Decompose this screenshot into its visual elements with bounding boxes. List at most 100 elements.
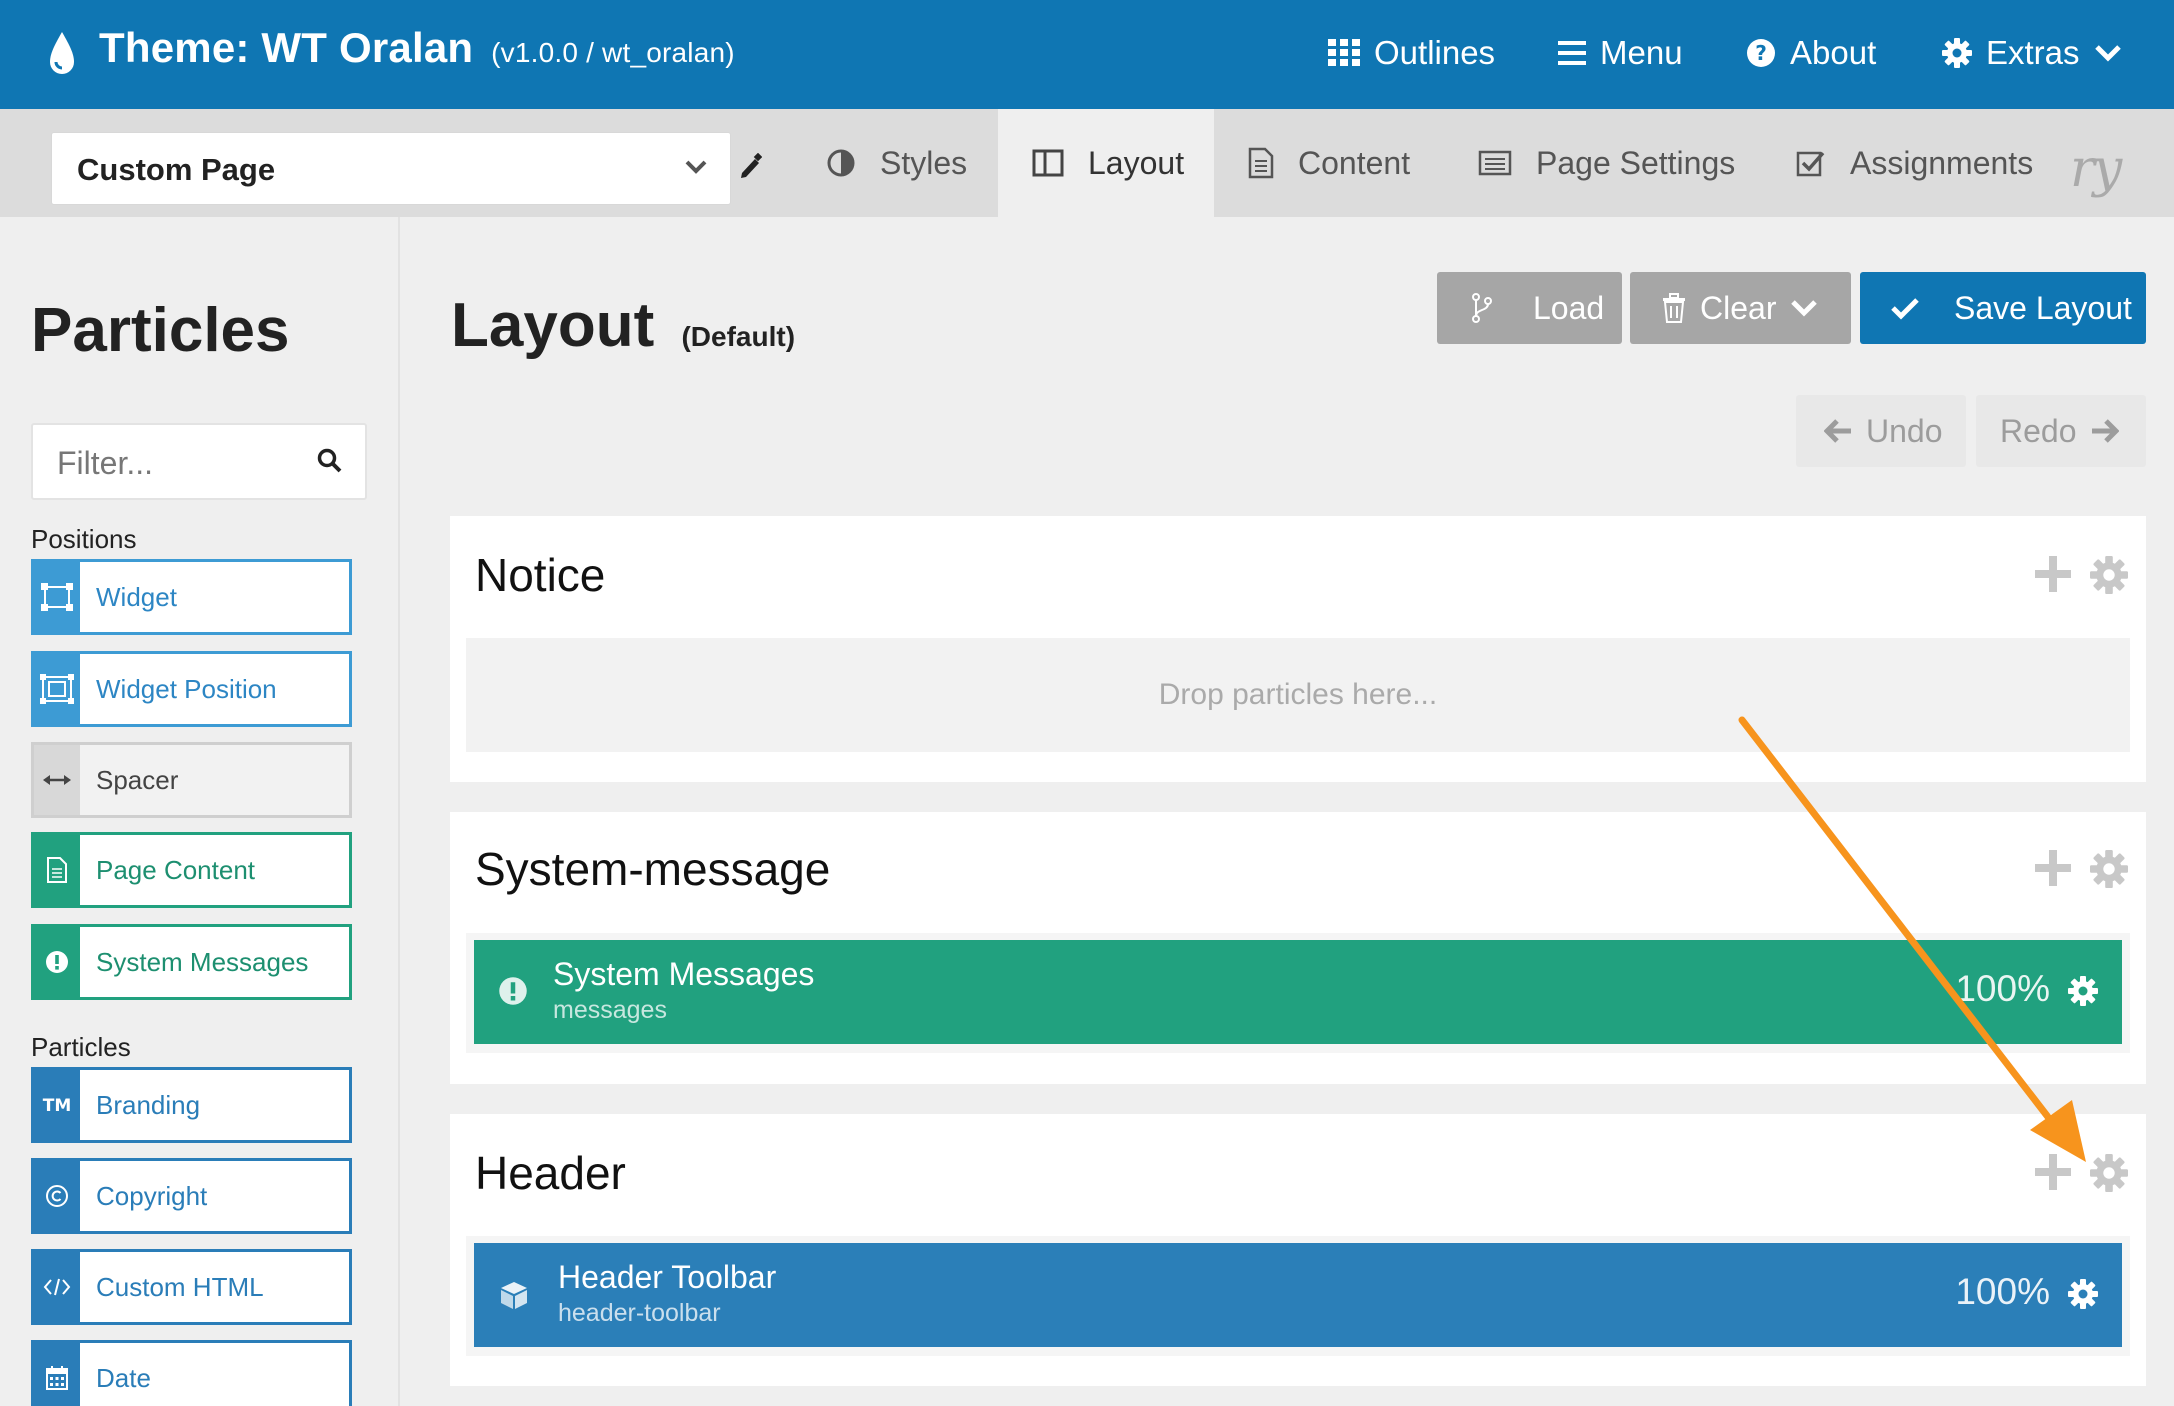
clear-button-label: Clear [1700, 289, 1777, 326]
undo-button[interactable]: Undo [1796, 395, 1966, 467]
tab-layout[interactable]: Layout [998, 109, 1214, 217]
gear-icon [1942, 38, 1972, 68]
filter-input[interactable]: Filter... [31, 423, 367, 500]
theme-name: Theme: WT Oralan [99, 24, 474, 71]
chevron-down-icon [685, 160, 707, 174]
hamburger-icon [1558, 41, 1586, 65]
tab-content-label: Content [1298, 144, 1411, 181]
section-notice: Notice Drop particles here... [450, 516, 2146, 782]
tab-assignments[interactable]: Assignments [1796, 109, 2033, 217]
sidebar-item-label: Copyright [96, 1180, 208, 1211]
particle-width: 100% [1955, 968, 2050, 1009]
gear-icon[interactable] [2090, 556, 2128, 594]
sidebar-item-label: Widget [96, 581, 177, 612]
exclamation-circle-icon [499, 977, 527, 1005]
nav-menu[interactable]: Menu [1558, 34, 1683, 72]
sidebar-item-widget-position[interactable]: Widget Position [31, 651, 352, 727]
gear-icon[interactable] [2090, 1154, 2128, 1192]
tab-styles[interactable]: Styles [804, 109, 998, 217]
cube-icon [501, 1282, 527, 1309]
search-icon [317, 448, 342, 473]
top-bar: Theme: WT Oralan (v1.0.0 / wt_oralan) Ou… [0, 0, 2174, 109]
plus-icon[interactable] [2035, 1154, 2071, 1190]
trash-icon [1663, 293, 1685, 323]
drop-zone[interactable]: Drop particles here... [466, 638, 2130, 752]
sidebar-item-label: Widget Position [96, 673, 277, 704]
nav-outlines[interactable]: Outlines [1328, 34, 1495, 72]
arrows-h-icon [34, 745, 80, 815]
exclamation-circle-icon [34, 927, 80, 997]
tab-page-settings[interactable]: Page Settings [1478, 109, 1735, 217]
sidebar-item-label: System Messages [96, 946, 309, 977]
nav-about[interactable]: ? About [1746, 34, 1876, 72]
outline-tab-bar: Custom Page Styles Layout Content Page S… [0, 109, 2174, 217]
undo-button-label: Undo [1866, 412, 1943, 449]
gear-icon[interactable] [2090, 850, 2128, 888]
sidebar-item-custom-html[interactable]: Custom HTML [31, 1249, 352, 1325]
sidebar-item-system-messages[interactable]: System Messages [31, 924, 352, 1000]
positions-label: Positions [31, 524, 137, 554]
particle-header-toolbar[interactable]: Header Toolbar header-toolbar 100% [474, 1243, 2122, 1347]
chevron-down-icon [2094, 45, 2121, 62]
particles-label: Particles [31, 1032, 131, 1062]
code-icon [34, 1252, 80, 1322]
tab-page-settings-label: Page Settings [1536, 144, 1736, 181]
calendar-icon [34, 1343, 80, 1406]
svg-text:?: ? [1755, 41, 1767, 65]
question-circle-icon: ? [1747, 39, 1775, 67]
sidebar-item-label: Spacer [96, 764, 179, 795]
sidebar-item-branding[interactable]: TM Branding [31, 1067, 352, 1143]
code-fork-icon [1472, 293, 1492, 323]
layout-subtitle: (Default) [681, 321, 796, 352]
sidebar-item-label: Branding [96, 1089, 201, 1120]
plus-icon[interactable] [2035, 556, 2071, 592]
particle-width: 100% [1955, 1271, 2050, 1312]
tab-styles-label: Styles [880, 144, 968, 181]
sidebar-item-date[interactable]: Date [31, 1340, 352, 1406]
redo-button[interactable]: Redo [1976, 395, 2146, 467]
sidebar-item-spacer[interactable]: Spacer [31, 742, 352, 818]
svg-text:TM: TM [43, 1096, 72, 1114]
page-title: Layout (Default) [451, 290, 795, 361]
tab-content[interactable]: Content [1248, 109, 1410, 217]
gear-icon[interactable] [2068, 976, 2098, 1006]
nav-about-label: About [1790, 34, 1877, 71]
save-layout-button-label: Save Layout [1954, 289, 2132, 326]
section-system-message: System-message System Messages messages … [450, 812, 2146, 1084]
outline-selector[interactable]: Custom Page [51, 132, 731, 205]
sidebar-item-widget[interactable]: Widget [31, 559, 352, 635]
nav-menu-label: Menu [1600, 34, 1683, 71]
load-button[interactable]: Load [1437, 272, 1622, 344]
pencil-icon[interactable] [738, 153, 762, 179]
sidebar-item-copyright[interactable]: Copyright [31, 1158, 352, 1234]
clear-button[interactable]: Clear [1630, 272, 1851, 344]
check-square-icon [1796, 151, 1825, 177]
theme-title: Theme: WT Oralan (v1.0.0 / wt_oralan) [99, 24, 735, 72]
sidebar-item-label: Date [96, 1362, 151, 1393]
plus-icon[interactable] [2035, 850, 2071, 886]
grid-icon [1328, 39, 1360, 66]
filter-placeholder: Filter... [57, 445, 154, 481]
redo-button-label: Redo [2000, 412, 2077, 449]
widget-position-icon [34, 654, 80, 724]
file-text-icon [34, 835, 80, 905]
particle-subtitle: messages [553, 996, 667, 1024]
arrow-left-icon [1824, 419, 1851, 443]
sidebar-item-page-content[interactable]: Page Content [31, 832, 352, 908]
drop-zone-text: Drop particles here... [1158, 678, 1438, 711]
chevron-down-icon [1791, 300, 1818, 317]
particle-system-messages[interactable]: System Messages messages 100% [474, 940, 2122, 1044]
sidebar-item-label: Page Content [96, 854, 256, 885]
sidebar-title: Particles [31, 296, 290, 365]
nav-extras[interactable]: Extras [1942, 34, 2122, 72]
gantry-drop-logo-icon [50, 32, 74, 74]
file-text-icon [1248, 147, 1274, 179]
gear-icon[interactable] [2068, 1279, 2098, 1309]
particle-title: System Messages [553, 956, 815, 992]
nav-outlines-label: Outlines [1374, 34, 1496, 71]
tab-assignments-label: Assignments [1850, 144, 2034, 181]
adjust-icon [827, 149, 855, 177]
section-header: Header Header Toolbar header-toolbar 100… [450, 1114, 2146, 1386]
nav-extras-label: Extras [1986, 34, 2080, 71]
save-layout-button[interactable]: Save Layout [1860, 272, 2146, 344]
